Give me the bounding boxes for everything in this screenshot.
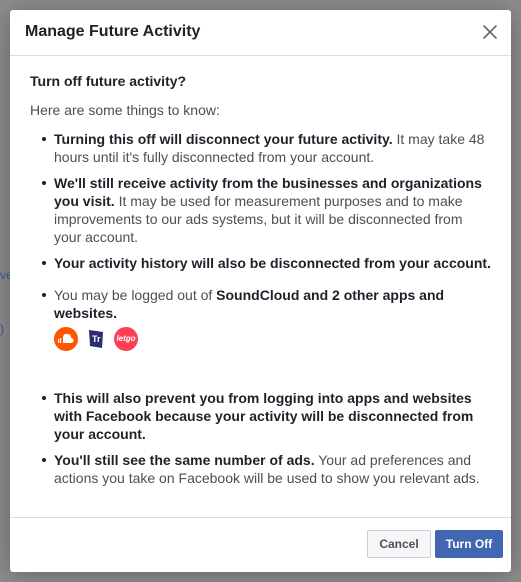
list-item-bold: Your activity history will also be disco… <box>54 255 491 271</box>
list-item: This will also prevent you from logging … <box>42 389 491 443</box>
trivago-icon: Tr <box>84 327 108 351</box>
svg-text:Tr: Tr <box>92 334 101 344</box>
list-item: We'll still receive activity from the bu… <box>42 174 491 246</box>
soundcloud-icon <box>54 327 78 351</box>
letgo-icon-label: letgo <box>116 334 136 343</box>
list-item: Turning this off will disconnect your fu… <box>42 130 491 166</box>
list-item: You may be logged out of SoundCloud and … <box>42 286 491 351</box>
letgo-icon: letgo <box>114 327 138 351</box>
dialog-heading: Turn off future activity? <box>30 73 187 89</box>
list-item-bold: You'll still see the same number of ads. <box>54 452 315 468</box>
list-item-bold: Turning this off will disconnect your fu… <box>54 131 393 147</box>
list-item-text: You may be logged out of <box>54 287 217 303</box>
list-item: Your activity history will also be disco… <box>42 254 491 272</box>
turn-off-button[interactable]: Turn Off <box>435 530 503 558</box>
info-list: Turning this off will disconnect your fu… <box>30 130 491 487</box>
list-item-text: It may be used for measurement purposes … <box>54 193 463 245</box>
list-item-bold: This will also prevent you from logging … <box>54 390 474 442</box>
dialog-header: Manage Future Activity <box>10 10 511 56</box>
close-button[interactable] <box>479 21 501 43</box>
dialog-body: Turn off future activity? Here are some … <box>10 56 511 487</box>
cancel-button[interactable]: Cancel <box>367 530 431 558</box>
app-icons: Tr letgo <box>54 327 491 351</box>
close-icon <box>483 25 497 39</box>
dialog-intro: Here are some things to know: <box>30 102 220 118</box>
manage-future-activity-dialog: Manage Future Activity Turn off future a… <box>10 10 511 572</box>
list-item: You'll still see the same number of ads.… <box>42 451 491 487</box>
background-text-fragment: ) <box>0 322 4 336</box>
dialog-footer: Cancel Turn Off <box>10 517 511 572</box>
dialog-title: Manage Future Activity <box>25 23 201 40</box>
